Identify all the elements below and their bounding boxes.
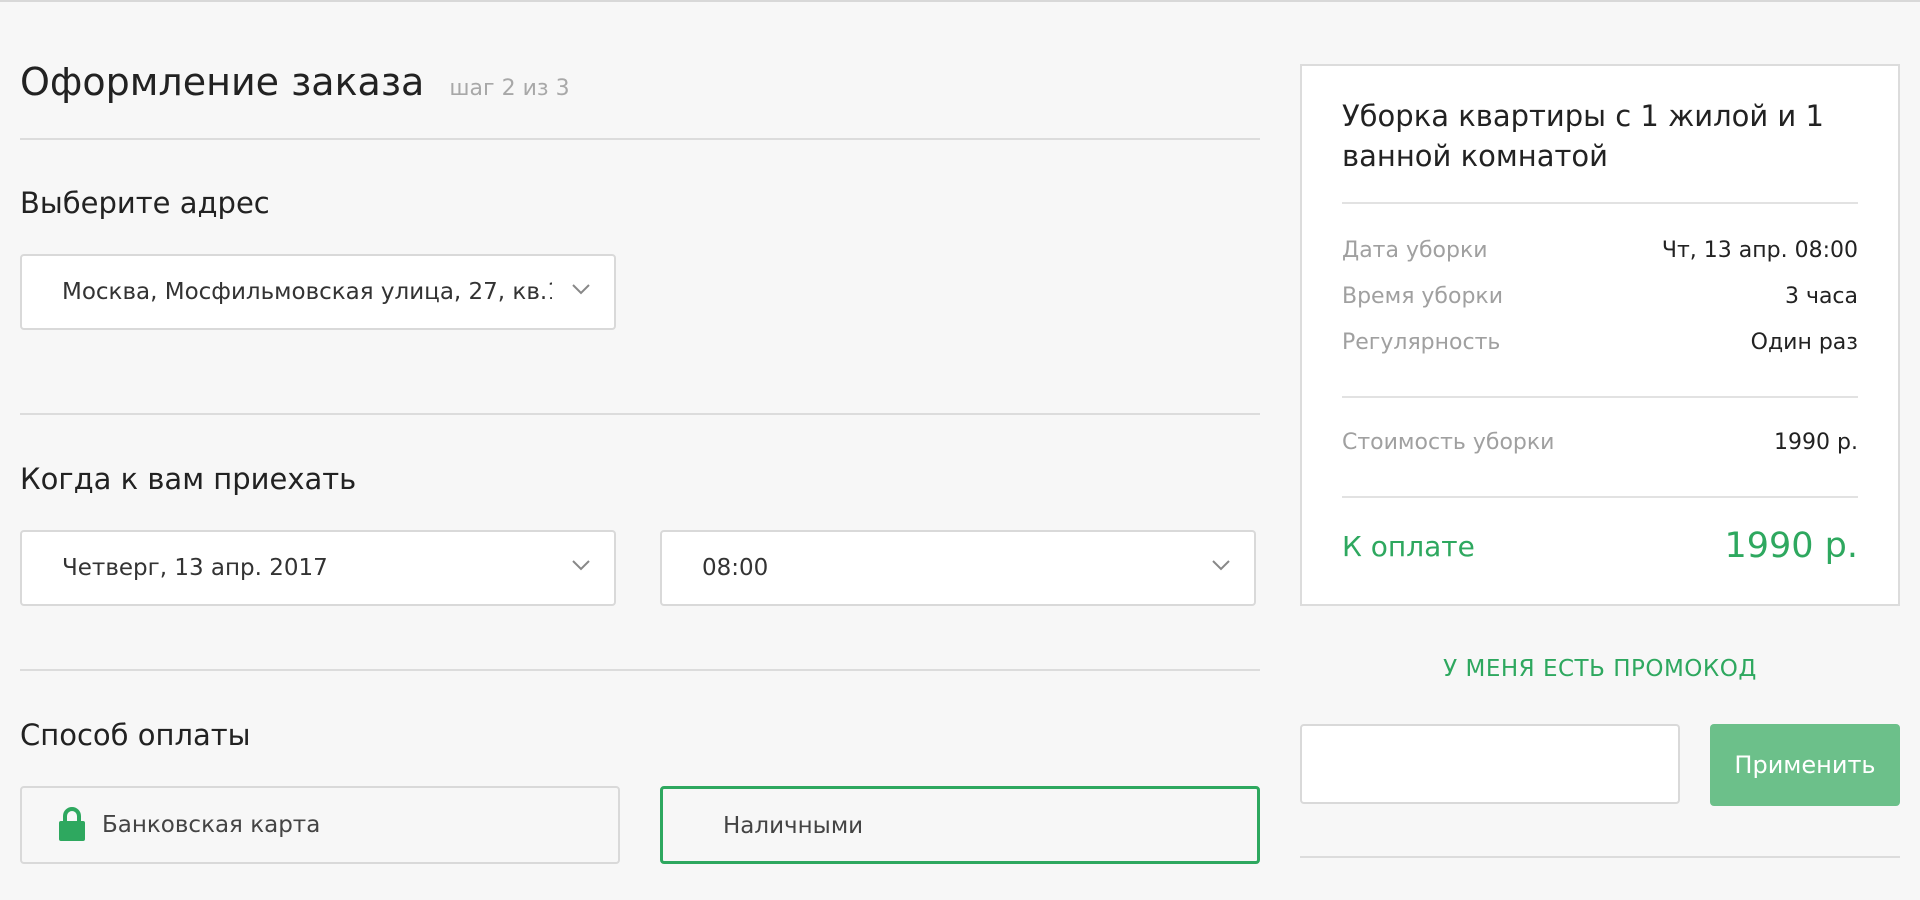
date-select-value: Четверг, 13 апр. 2017 — [62, 555, 328, 581]
summary-row-label: Регулярность — [1342, 330, 1501, 355]
summary-total: К оплате 1990 р. — [1342, 526, 1858, 574]
divider — [1300, 856, 1900, 858]
promo-code-link[interactable]: У МЕНЯ ЕСТЬ ПРОМОКОД — [1300, 656, 1900, 682]
total-label: К оплате — [1342, 530, 1475, 563]
promo-code-input[interactable] — [1300, 724, 1680, 804]
summary-row-value: Один раз — [1750, 330, 1858, 355]
summary-row-cost: Стоимость уборки 1990 р. — [1342, 430, 1858, 460]
summary-row-label: Дата уборки — [1342, 238, 1488, 263]
divider — [20, 413, 1260, 415]
apply-promo-button[interactable]: Применить — [1710, 724, 1900, 806]
summary-row-label: Время уборки — [1342, 284, 1504, 309]
chevron-down-icon — [572, 284, 590, 295]
payment-option-label: Банковская карта — [102, 812, 321, 838]
summary-title: Уборка квартиры с 1 жилой и 1 ванной ком… — [1342, 99, 1824, 173]
chevron-down-icon — [1212, 560, 1230, 571]
payment-section-title: Способ оплаты — [20, 718, 251, 752]
summary-row-label: Стоимость уборки — [1342, 430, 1555, 455]
payment-option-cash[interactable]: Наличными — [660, 786, 1260, 864]
address-select[interactable]: Москва, Мосфильмовская улица, 27, кв.1 — [20, 254, 616, 330]
summary-row-value: Чт, 13 апр. 08:00 — [1661, 238, 1858, 263]
schedule-section-title: Когда к вам приехать — [20, 462, 357, 496]
time-select[interactable]: 08:00 — [660, 530, 1256, 606]
top-border — [0, 0, 1920, 2]
divider — [20, 669, 1260, 671]
summary-row-value: 3 часа — [1784, 284, 1858, 309]
address-select-value: Москва, Мосфильмовская улица, 27, кв.1 — [62, 279, 552, 305]
divider — [1342, 396, 1858, 398]
summary-row-value: 1990 р. — [1774, 430, 1858, 455]
lock-icon — [59, 807, 85, 841]
page-title: Оформление заказа — [20, 60, 425, 104]
page-header: Оформление заказа шаг 2 из 3 — [20, 60, 570, 104]
divider — [1342, 202, 1858, 204]
time-select-value: 08:00 — [702, 555, 769, 581]
payment-option-card[interactable]: Банковская карта — [20, 786, 620, 864]
chevron-down-icon — [572, 560, 590, 571]
step-indicator: шаг 2 из 3 — [449, 76, 570, 101]
divider — [1342, 496, 1858, 498]
summary-row-date: Дата уборки Чт, 13 апр. 08:00 — [1342, 238, 1858, 268]
summary-row-frequency: Регулярность Один раз — [1342, 330, 1858, 360]
divider — [20, 138, 1260, 140]
payment-option-label: Наличными — [723, 813, 864, 839]
summary-row-duration: Время уборки 3 часа — [1342, 284, 1858, 314]
date-select[interactable]: Четверг, 13 апр. 2017 — [20, 530, 616, 606]
address-section-title: Выберите адрес — [20, 186, 270, 220]
order-summary-card: Уборка квартиры с 1 жилой и 1 ванной ком… — [1300, 64, 1900, 606]
total-value: 1990 р. — [1724, 526, 1858, 566]
